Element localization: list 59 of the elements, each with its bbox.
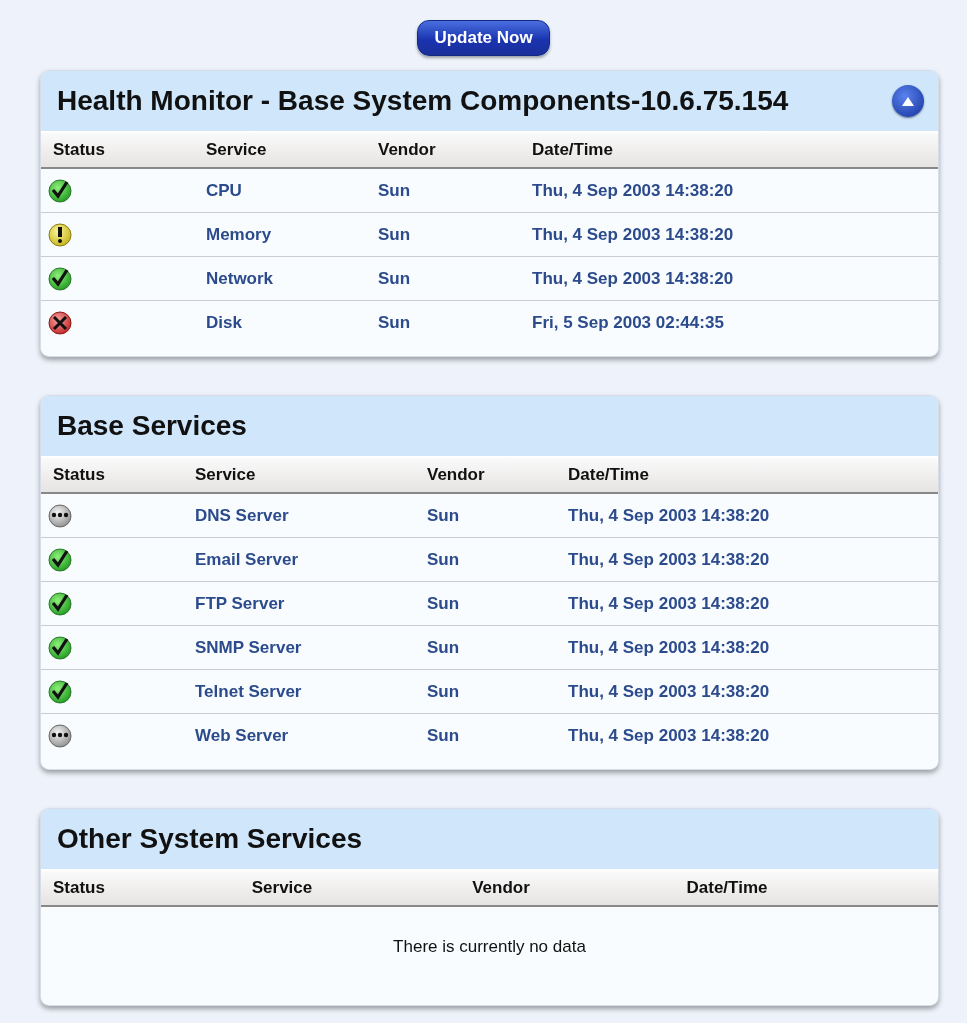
check-icon	[47, 546, 73, 573]
service-link[interactable]: SNMP Server	[183, 637, 302, 657]
check-icon	[47, 177, 73, 204]
column-header: Date/Time	[567, 465, 650, 485]
vendor-text: Sun	[426, 681, 460, 701]
service-link[interactable]: Telnet Server	[183, 681, 302, 701]
column-header: Service	[194, 465, 257, 485]
column-header: Date/Time	[531, 140, 614, 160]
column-header: Service	[205, 140, 268, 160]
service-link[interactable]: Memory	[194, 224, 272, 244]
service-link[interactable]: DNS Server	[183, 505, 289, 525]
check-icon	[47, 590, 73, 617]
datetime-text: Thu, 4 Sep 2003 14:38:20	[567, 505, 770, 525]
vendor-text: Sun	[426, 505, 460, 525]
check-icon	[47, 634, 73, 661]
update-now-button[interactable]: Update Now	[417, 20, 550, 56]
check-icon	[47, 265, 73, 292]
vendor-text: Sun	[426, 593, 460, 613]
datetime-text: Thu, 4 Sep 2003 14:38:20	[567, 637, 770, 657]
service-link[interactable]: Email Server	[183, 549, 298, 569]
datetime-text: Thu, 4 Sep 2003 14:38:20	[567, 549, 770, 569]
datetime-text: Thu, 4 Sep 2003 14:38:20	[531, 180, 734, 200]
datetime-text: Thu, 4 Sep 2003 14:38:20	[531, 268, 734, 288]
panel-title: Base Services	[57, 410, 247, 442]
vendor-text: Sun	[426, 725, 460, 745]
column-header: Vendor	[377, 140, 437, 160]
column-header: Vendor	[471, 878, 531, 898]
datetime-text: Thu, 4 Sep 2003 14:38:20	[567, 725, 770, 745]
service-link[interactable]: Network	[194, 268, 274, 288]
column-header: Service	[250, 878, 314, 898]
vendor-text: Sun	[377, 224, 411, 244]
vendor-text: Sun	[426, 549, 460, 569]
panel-title: Other System Services	[57, 823, 363, 855]
column-header: Vendor	[426, 465, 486, 485]
column-header: Status	[52, 140, 106, 160]
vendor-text: Sun	[377, 312, 411, 332]
panel-title: Health Monitor - Base System Components-10.6.75.154	[57, 85, 789, 117]
datetime-text: Thu, 4 Sep 2003 14:38:20	[531, 224, 734, 244]
datetime-text: Thu, 4 Sep 2003 14:38:20	[567, 681, 770, 701]
vendor-text: Sun	[426, 637, 460, 657]
column-header: Status	[52, 878, 106, 898]
pending-icon	[47, 502, 73, 529]
column-header: Status	[52, 465, 106, 485]
pending-icon	[47, 722, 73, 749]
check-icon	[47, 678, 73, 705]
empty-message: There is currently no data	[393, 937, 586, 957]
service-link[interactable]: Disk	[194, 312, 242, 332]
error-icon	[47, 309, 73, 336]
service-link[interactable]: FTP Server	[183, 593, 285, 613]
caret-up-icon	[901, 95, 915, 107]
datetime-text: Fri, 5 Sep 2003 02:44:35	[531, 312, 724, 332]
service-link[interactable]: Web Server	[183, 725, 289, 745]
collapse-button[interactable]	[892, 85, 924, 117]
datetime-text: Thu, 4 Sep 2003 14:38:20	[567, 593, 770, 613]
column-header: Date/Time	[685, 878, 769, 898]
warning-icon	[47, 221, 73, 248]
service-link[interactable]: CPU	[194, 180, 242, 200]
vendor-text: Sun	[377, 180, 411, 200]
vendor-text: Sun	[377, 268, 411, 288]
